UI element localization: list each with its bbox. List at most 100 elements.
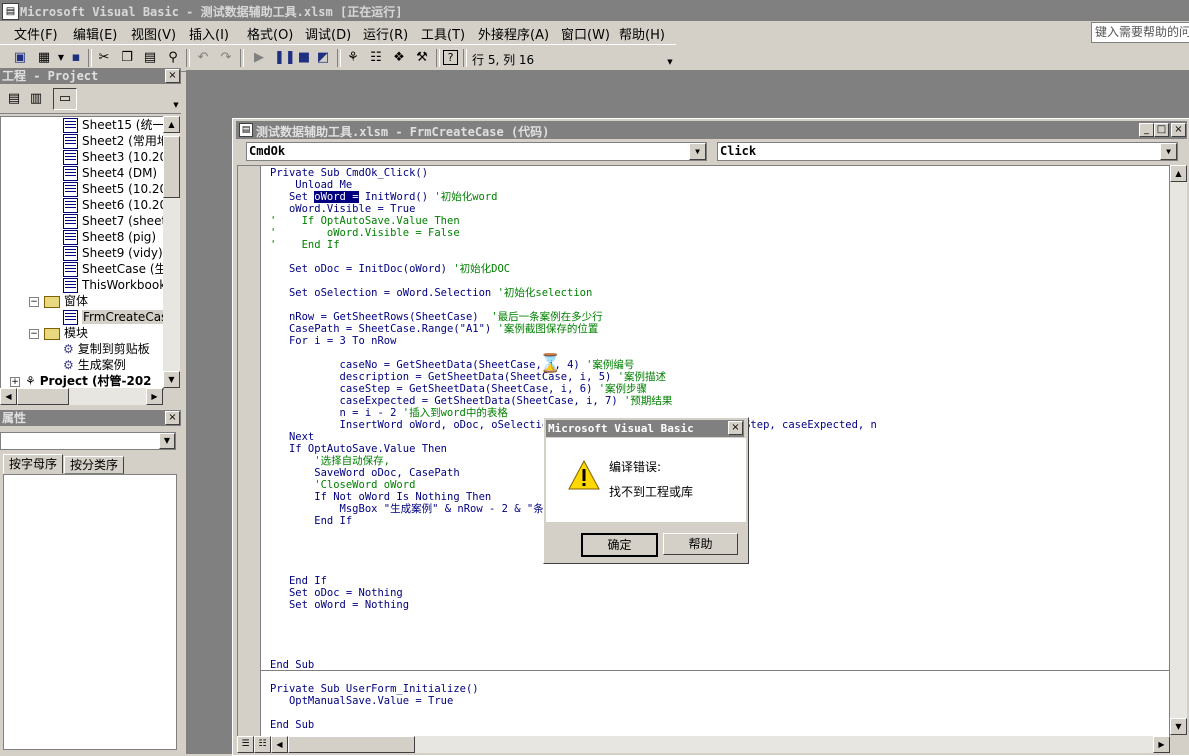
- undo-icon[interactable]: ↶: [195, 50, 211, 66]
- procedure-view-icon[interactable]: ☰: [237, 736, 254, 753]
- code-line[interactable]: 'CloseWord oWord: [270, 479, 415, 491]
- tree-item[interactable]: Sheet4 (DM): [63, 165, 157, 181]
- tab-alphabetic[interactable]: 按字母序: [3, 454, 63, 474]
- tree-item[interactable]: Sheet8 (pig): [63, 229, 156, 245]
- properties-grid[interactable]: [3, 474, 177, 750]
- scroll-thumb[interactable]: [163, 136, 180, 198]
- code-vscrollbar[interactable]: ▲ ▼: [1170, 165, 1187, 735]
- menu-file[interactable]: 文件(F): [14, 24, 58, 43]
- run-icon[interactable]: ▶: [251, 50, 267, 66]
- code-line[interactable]: MsgBox "生成案例" & nRow - 2 & "条": [270, 503, 551, 515]
- find-icon[interactable]: ⚲: [165, 50, 181, 66]
- view-code-icon[interactable]: ▤: [6, 91, 22, 107]
- code-line[interactable]: OptManualSave.Value = True: [270, 695, 453, 707]
- menu-view[interactable]: 视图(V): [131, 24, 176, 43]
- collapse-toggle[interactable]: −: [29, 297, 39, 307]
- code-line[interactable]: End If: [270, 575, 327, 587]
- properties-window-icon[interactable]: ☷: [368, 50, 384, 66]
- tree-item-selected[interactable]: FrmCreateCase: [63, 309, 163, 325]
- code-line[interactable]: nRow = GetSheetRows(SheetCase) '最后一条案例在多…: [270, 311, 603, 323]
- tree-item[interactable]: Sheet2 (常用地: [63, 133, 163, 149]
- project-close-icon[interactable]: ×: [165, 69, 180, 83]
- code-line[interactable]: If Not oWord Is Nothing Then: [270, 491, 491, 503]
- code-line[interactable]: Set oSelection = oWord.Selection '初始化sel…: [270, 287, 592, 299]
- view-object-icon[interactable]: ▥: [28, 91, 44, 107]
- tree-item[interactable]: Sheet6 (10.20: [63, 197, 163, 213]
- view-excel-icon[interactable]: ▣: [12, 50, 28, 66]
- help-icon[interactable]: ?: [443, 50, 458, 65]
- code-line[interactable]: For i = 3 To nRow: [270, 335, 396, 347]
- tree-item[interactable]: ThisWorkbook: [63, 277, 163, 293]
- paste-icon[interactable]: ▤: [142, 50, 158, 66]
- scroll-right-icon[interactable]: ▶: [146, 388, 163, 405]
- code-line[interactable]: oWord.Visible = True: [270, 203, 415, 215]
- code-line[interactable]: Set oDoc = Nothing: [270, 587, 403, 599]
- toggle-folders-icon[interactable]: ▭: [53, 88, 77, 110]
- menu-tools[interactable]: 工具(T): [421, 24, 465, 43]
- chevron-down-icon[interactable]: ▼: [689, 143, 706, 160]
- help-search-input[interactable]: 键入需要帮助的问题: [1091, 22, 1189, 43]
- scroll-left-icon[interactable]: ◀: [0, 388, 17, 405]
- scroll-thumb[interactable]: [17, 388, 69, 405]
- code-line[interactable]: Unload Me: [270, 179, 352, 191]
- tree-vscrollbar[interactable]: ▲ ▼: [163, 116, 180, 388]
- vba-app-icon[interactable]: ▤: [2, 3, 19, 20]
- design-mode-icon[interactable]: ◩: [315, 50, 331, 66]
- code-line[interactable]: caseNo = GetSheetData(SheetCase, i, 4) '…: [270, 359, 635, 371]
- menu-format[interactable]: 格式(O): [247, 24, 293, 43]
- code-line[interactable]: caseStep = GetSheetData(SheetCase, i, 6)…: [270, 383, 648, 395]
- reset-icon[interactable]: ■: [296, 50, 312, 66]
- code-line[interactable]: End If: [270, 515, 352, 527]
- code-line[interactable]: '选择自动保存,: [270, 455, 390, 467]
- code-window-icon[interactable]: ▤: [239, 123, 253, 137]
- tree-item[interactable]: Sheet5 (10.20: [63, 181, 163, 197]
- pause-icon[interactable]: ❚❚: [274, 50, 296, 66]
- object-select[interactable]: ▼: [0, 432, 176, 450]
- minimize-icon[interactable]: _: [1139, 123, 1154, 137]
- scroll-up-icon[interactable]: ▲: [163, 116, 180, 133]
- help-button[interactable]: 帮助: [663, 533, 738, 555]
- insert-dropdown-icon[interactable]: ▼: [53, 50, 69, 66]
- code-line[interactable]: Set oDoc = InitDoc(oWord) '初始化DOC: [270, 263, 510, 275]
- tree-folder-modules[interactable]: 模块: [44, 325, 88, 341]
- redo-icon[interactable]: ↷: [218, 50, 234, 66]
- tree-item[interactable]: ⚙ 复制到剪贴板: [63, 341, 150, 357]
- tree-hscrollbar[interactable]: ◀ ▶: [0, 388, 163, 405]
- toolbar-options-icon[interactable]: ▼: [662, 54, 678, 70]
- maximize-icon[interactable]: □: [1154, 123, 1169, 137]
- menu-addins[interactable]: 外接程序(A): [478, 24, 549, 43]
- object-browser-icon[interactable]: ❖: [391, 50, 407, 66]
- code-line[interactable]: n = i - 2 '插入到word中的表格: [270, 407, 508, 419]
- tree-item[interactable]: Sheet7 (sheet: [63, 213, 163, 229]
- code-line[interactable]: Set oWord = InitWord() '初始化word: [270, 191, 498, 203]
- code-line[interactable]: ' End If: [270, 239, 340, 251]
- code-line[interactable]: Set oWord = Nothing: [270, 599, 409, 611]
- code-line[interactable]: caseExpected = GetSheetData(SheetCase, i…: [270, 395, 673, 407]
- tree-item[interactable]: Sheet15 (统一: [63, 117, 163, 133]
- code-line[interactable]: SaveWord oDoc, CasePath: [270, 467, 459, 479]
- procedure-combo[interactable]: Click ▼: [717, 142, 1178, 161]
- code-line[interactable]: Private Sub CmdOk_Click(): [270, 167, 428, 179]
- insert-userform-icon[interactable]: ▦: [36, 50, 52, 66]
- chevron-down-icon[interactable]: ▼: [1160, 143, 1177, 160]
- menu-run[interactable]: 运行(R): [363, 24, 408, 43]
- code-line[interactable]: Next: [270, 431, 314, 443]
- ok-button[interactable]: 确定: [581, 533, 658, 557]
- menu-help[interactable]: 帮助(H): [619, 24, 665, 43]
- save-icon[interactable]: ▪: [68, 50, 84, 66]
- menu-window[interactable]: 窗口(W): [561, 24, 610, 43]
- tree-item[interactable]: SheetCase (生: [63, 261, 163, 277]
- menu-edit[interactable]: 编辑(E): [73, 24, 117, 43]
- collapse-toggle[interactable]: −: [29, 329, 39, 339]
- tree-project[interactable]: ⚘ Project (村管-202: [25, 373, 152, 389]
- close-icon[interactable]: ×: [1171, 123, 1186, 137]
- properties-close-icon[interactable]: ×: [165, 411, 180, 425]
- code-line[interactable]: description = GetSheetData(SheetCase, i,…: [270, 371, 666, 383]
- menu-debug[interactable]: 调试(D): [305, 24, 351, 43]
- toolbox-icon[interactable]: ⚒: [414, 50, 430, 66]
- code-line[interactable]: ' oWord.Visible = False: [270, 227, 460, 239]
- tree-item[interactable]: ⚙ 生成案例: [63, 357, 126, 373]
- margin-indicator-bar[interactable]: [238, 166, 261, 736]
- scroll-down-icon[interactable]: ▼: [163, 371, 180, 388]
- code-line[interactable]: CasePath = SheetCase.Range("A1") '案例截图保存…: [270, 323, 598, 335]
